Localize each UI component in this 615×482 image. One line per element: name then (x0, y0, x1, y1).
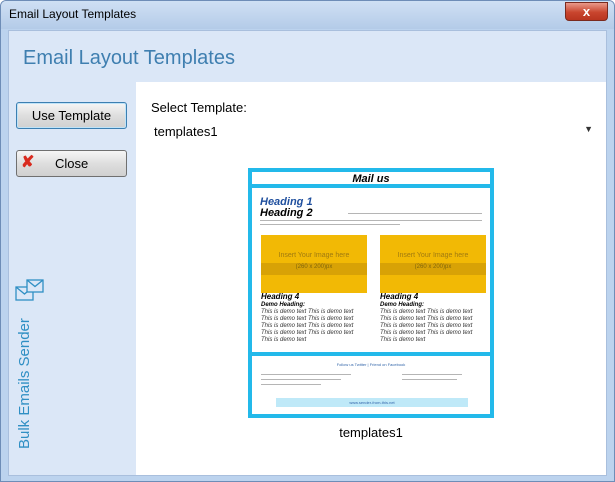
envelopes-icon (15, 279, 44, 301)
image-size-text: (260 x 200)px (414, 264, 452, 270)
sidebar: Use Template ✘ Close Bulk Emails Sender (9, 82, 136, 475)
image-size-text: (260 x 200)px (295, 264, 333, 270)
preview-text-line (348, 213, 482, 214)
select-template-label: Select Template: (151, 100, 247, 115)
preview-footer-line (261, 384, 321, 385)
template-select-value: templates1 (154, 124, 218, 139)
use-template-label: Use Template (31, 108, 112, 123)
image-placeholder-text: Insert Your Image here (278, 252, 350, 259)
window-title: Email Layout Templates (9, 7, 137, 21)
preview-heading-4-right: Heading 4 (380, 292, 419, 301)
preview-demo-heading-right: Demo Heading: (380, 302, 425, 308)
header: Email Layout Templates (9, 31, 606, 82)
preview-footer-links: Follow us Twitter | Friend on Facebook (336, 362, 406, 367)
close-button[interactable]: ✘ Close (16, 150, 127, 177)
preview-footer-line (261, 379, 341, 380)
window-close-button[interactable]: x (565, 2, 608, 21)
preview-demo-text-left: This is demo text This is demo text This… (261, 309, 354, 343)
client-area: Email Layout Templates Use Template ✘ Cl… (8, 30, 607, 476)
image-placeholder-text: Insert Your Image here (397, 252, 469, 259)
preview-heading-2: Heading 2 (260, 207, 313, 219)
preview-text-line (260, 224, 400, 225)
main-panel: Select Template: templates1 ▼ Mail us He… (136, 82, 606, 475)
preview-demo-text-right: This is demo text This is demo text This… (380, 309, 473, 343)
application-window: Email Layout Templates x Email Layout Te… (0, 0, 615, 482)
use-template-button[interactable]: Use Template (16, 102, 127, 129)
template-preview[interactable]: Mail us Heading 1 Heading 2 Insert Your … (248, 168, 494, 418)
preview-footer-line (261, 374, 351, 375)
close-x-icon: ✘ (21, 154, 35, 171)
preview-footer-line (402, 374, 462, 375)
preview-footer-line (402, 379, 457, 380)
preview-footer-bar: www.sender-from-this.net (276, 398, 468, 407)
close-label: Close (55, 156, 89, 171)
template-caption: templates1 (339, 425, 403, 440)
page-title: Email Layout Templates (23, 47, 235, 69)
template-select[interactable]: templates1 ▼ (151, 120, 593, 142)
preview-text-line (260, 220, 482, 221)
close-icon: x (582, 4, 591, 19)
preview-mail-us: Mail us (252, 172, 490, 188)
preview-footer-divider (252, 352, 490, 356)
preview-image-right: Insert Your Image here (260 x 200)px (380, 235, 486, 293)
preview-heading-4-left: Heading 4 (261, 292, 300, 301)
preview-image-left: Insert Your Image here (260 x 200)px (261, 235, 367, 293)
chevron-down-icon[interactable]: ▼ (584, 124, 593, 134)
title-bar[interactable]: Email Layout Templates x (1, 1, 614, 29)
brand-label: Bulk Emails Sender (16, 318, 33, 449)
preview-demo-heading-left: Demo Heading: (261, 302, 306, 308)
